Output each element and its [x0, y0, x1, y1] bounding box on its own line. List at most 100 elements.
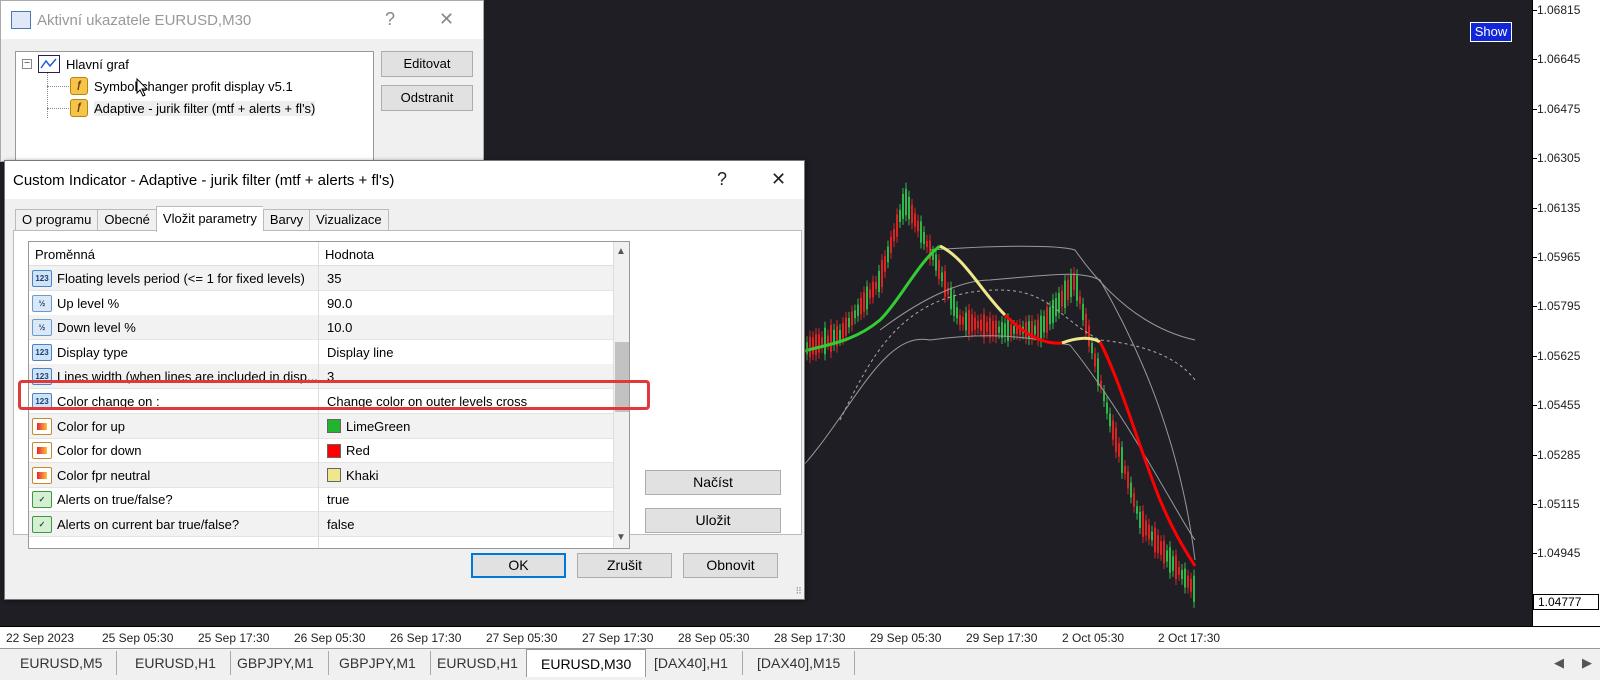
- symbol-tab[interactable]: EURUSD,M5: [6, 651, 118, 675]
- jurik-line-neutral: [939, 244, 1007, 317]
- candle-body: [1058, 292, 1060, 313]
- candle-body: [941, 272, 943, 282]
- dialog-tab[interactable]: O programu: [15, 209, 98, 231]
- parameter-row[interactable]: ½ Up level % 90.0: [29, 291, 617, 316]
- tree-connector: [47, 72, 48, 118]
- parameter-row[interactable]: ✓ Alerts on current bar true/false? false: [29, 512, 617, 537]
- dialog-tab[interactable]: Vizualizace: [309, 209, 389, 231]
- symbol-tabs-bar: ◀ ▶ EURUSD,M5 EURUSD,H1 GBPJPY,M1 GBPJPY,M1 E…: [0, 648, 1600, 680]
- column-header-value[interactable]: Hodnota: [325, 247, 374, 262]
- parameter-row[interactable]: 123 Display type Display line: [29, 340, 617, 365]
- time-label: 28 Sep 17:30: [774, 631, 846, 645]
- load-button[interactable]: Načíst: [645, 470, 781, 495]
- tab-scroll-arrows[interactable]: ◀ ▶: [1536, 655, 1592, 671]
- dialog-tab[interactable]: Obecné: [97, 209, 156, 231]
- symbol-tab[interactable]: GBPJPY,M1: [223, 651, 329, 675]
- custom-indicator-icon: ƒ: [70, 77, 88, 95]
- time-label: 28 Sep 05:30: [678, 631, 750, 645]
- show-button[interactable]: Show: [1470, 22, 1512, 42]
- candle-body: [1067, 279, 1069, 301]
- candle-body: [983, 314, 985, 338]
- edit-button[interactable]: Editovat: [381, 51, 473, 77]
- symbol-tab[interactable]: EURUSD,H1: [423, 651, 533, 675]
- candle-body: [911, 204, 913, 224]
- candle-body: [1157, 535, 1159, 553]
- help-icon[interactable]: ?: [717, 169, 727, 190]
- parameter-row[interactable]: Color for down Red: [29, 438, 617, 464]
- parameter-value[interactable]: Khaki: [327, 468, 379, 483]
- price-label: 1.05285: [1537, 447, 1581, 462]
- candle-body: [1142, 511, 1144, 537]
- candle-body: [962, 316, 964, 325]
- color-type-icon: [32, 442, 52, 460]
- candle-body: [1193, 575, 1195, 602]
- candle-body: [1130, 482, 1132, 498]
- color-swatch: [327, 468, 341, 483]
- parameter-value[interactable]: LimeGreen: [327, 419, 410, 434]
- candle-body: [1079, 296, 1081, 304]
- cancel-button[interactable]: Zrušit: [577, 553, 672, 578]
- column-header-variable[interactable]: Proměnná: [35, 247, 95, 262]
- dialog-tab[interactable]: Barvy: [262, 209, 310, 231]
- candle-body: [1154, 527, 1156, 553]
- tree-item-indicator[interactable]: ƒ Symbol changer profit display v5.1: [70, 76, 293, 96]
- candle-body: [1004, 323, 1006, 337]
- parameter-row[interactable]: ✓ Alerts on true/false? true: [29, 487, 617, 513]
- parameter-value[interactable]: false: [327, 517, 354, 532]
- candle-body: [818, 334, 820, 353]
- scroll-up-icon[interactable]: ▲: [616, 246, 626, 257]
- parameter-value[interactable]: Red: [327, 443, 370, 458]
- candle-body: [902, 193, 904, 219]
- candle-body: [944, 271, 946, 297]
- tree-item-main-chart[interactable]: − Hlavní graf: [22, 54, 129, 74]
- parameter-value[interactable]: 35: [327, 271, 341, 286]
- candle-body: [872, 281, 874, 298]
- parameter-row[interactable]: 123 Floating levels period (<= 1 for fixe…: [29, 266, 617, 291]
- parameter-value[interactable]: 90.0: [327, 296, 352, 311]
- help-icon[interactable]: ?: [385, 9, 395, 30]
- scroll-right-icon[interactable]: ▶: [1582, 655, 1592, 670]
- parameter-row[interactable]: Color fpr neutral Khaki: [29, 462, 617, 488]
- tree-item-indicator[interactable]: ƒ Adaptive - jurik filter (mtf + alerts …: [70, 98, 316, 118]
- close-icon[interactable]: ✕: [439, 9, 454, 30]
- parameter-value[interactable]: true: [327, 492, 349, 507]
- candle-body: [995, 320, 997, 338]
- candle-body: [992, 320, 994, 336]
- symbol-tab[interactable]: EURUSD,M30: [526, 649, 647, 677]
- remove-button[interactable]: Odstranit: [381, 85, 473, 111]
- parameter-value-text: 35: [327, 271, 342, 286]
- candle-body: [1121, 447, 1123, 473]
- parameter-row[interactable]: Color for up LimeGreen: [29, 413, 617, 439]
- candle-body: [980, 319, 982, 331]
- close-icon[interactable]: ✕: [771, 169, 786, 190]
- candle-body: [857, 304, 859, 316]
- symbol-tab[interactable]: GBPJPY,M1: [325, 651, 431, 675]
- symbol-tab[interactable]: EURUSD,H1: [121, 651, 231, 675]
- parameter-value[interactable]: Display line: [327, 345, 393, 360]
- reset-button[interactable]: Obnovit: [683, 553, 778, 578]
- candle-body: [842, 322, 844, 339]
- ok-button[interactable]: OK: [471, 553, 566, 578]
- candle-body: [812, 337, 814, 355]
- candle-body: [854, 310, 856, 319]
- parameter-row[interactable]: ½ Down level % 10.0: [29, 315, 617, 341]
- tree-item-label: Symbol changer profit display v5.1: [94, 78, 293, 94]
- parameter-value[interactable]: 10.0: [327, 320, 352, 335]
- candle-body: [875, 281, 877, 290]
- dialog-titlebar[interactable]: Custom Indicator - Adaptive - jurik filt…: [5, 161, 804, 199]
- candle-body: [989, 317, 991, 338]
- candle-body: [1172, 556, 1174, 571]
- time-label: 22 Sep 2023: [6, 631, 75, 645]
- symbol-tab[interactable]: [DAX40],H1: [640, 651, 743, 675]
- parameter-name: Down level %: [57, 320, 136, 336]
- window-app-icon: [11, 11, 31, 29]
- scroll-down-icon[interactable]: ▼: [616, 532, 626, 543]
- window-titlebar[interactable]: Aktivní ukazatele EURUSD,M30: [1, 1, 483, 39]
- dialog-tab[interactable]: Vložit parametry: [155, 206, 263, 232]
- scroll-left-icon[interactable]: ◀: [1554, 655, 1564, 670]
- save-button[interactable]: Uložit: [645, 508, 781, 533]
- collapse-icon[interactable]: −: [22, 59, 32, 69]
- candle-body: [1124, 466, 1126, 474]
- symbol-tab[interactable]: [DAX40],M15: [743, 651, 856, 675]
- resize-grip-icon[interactable]: ⠿: [795, 586, 802, 597]
